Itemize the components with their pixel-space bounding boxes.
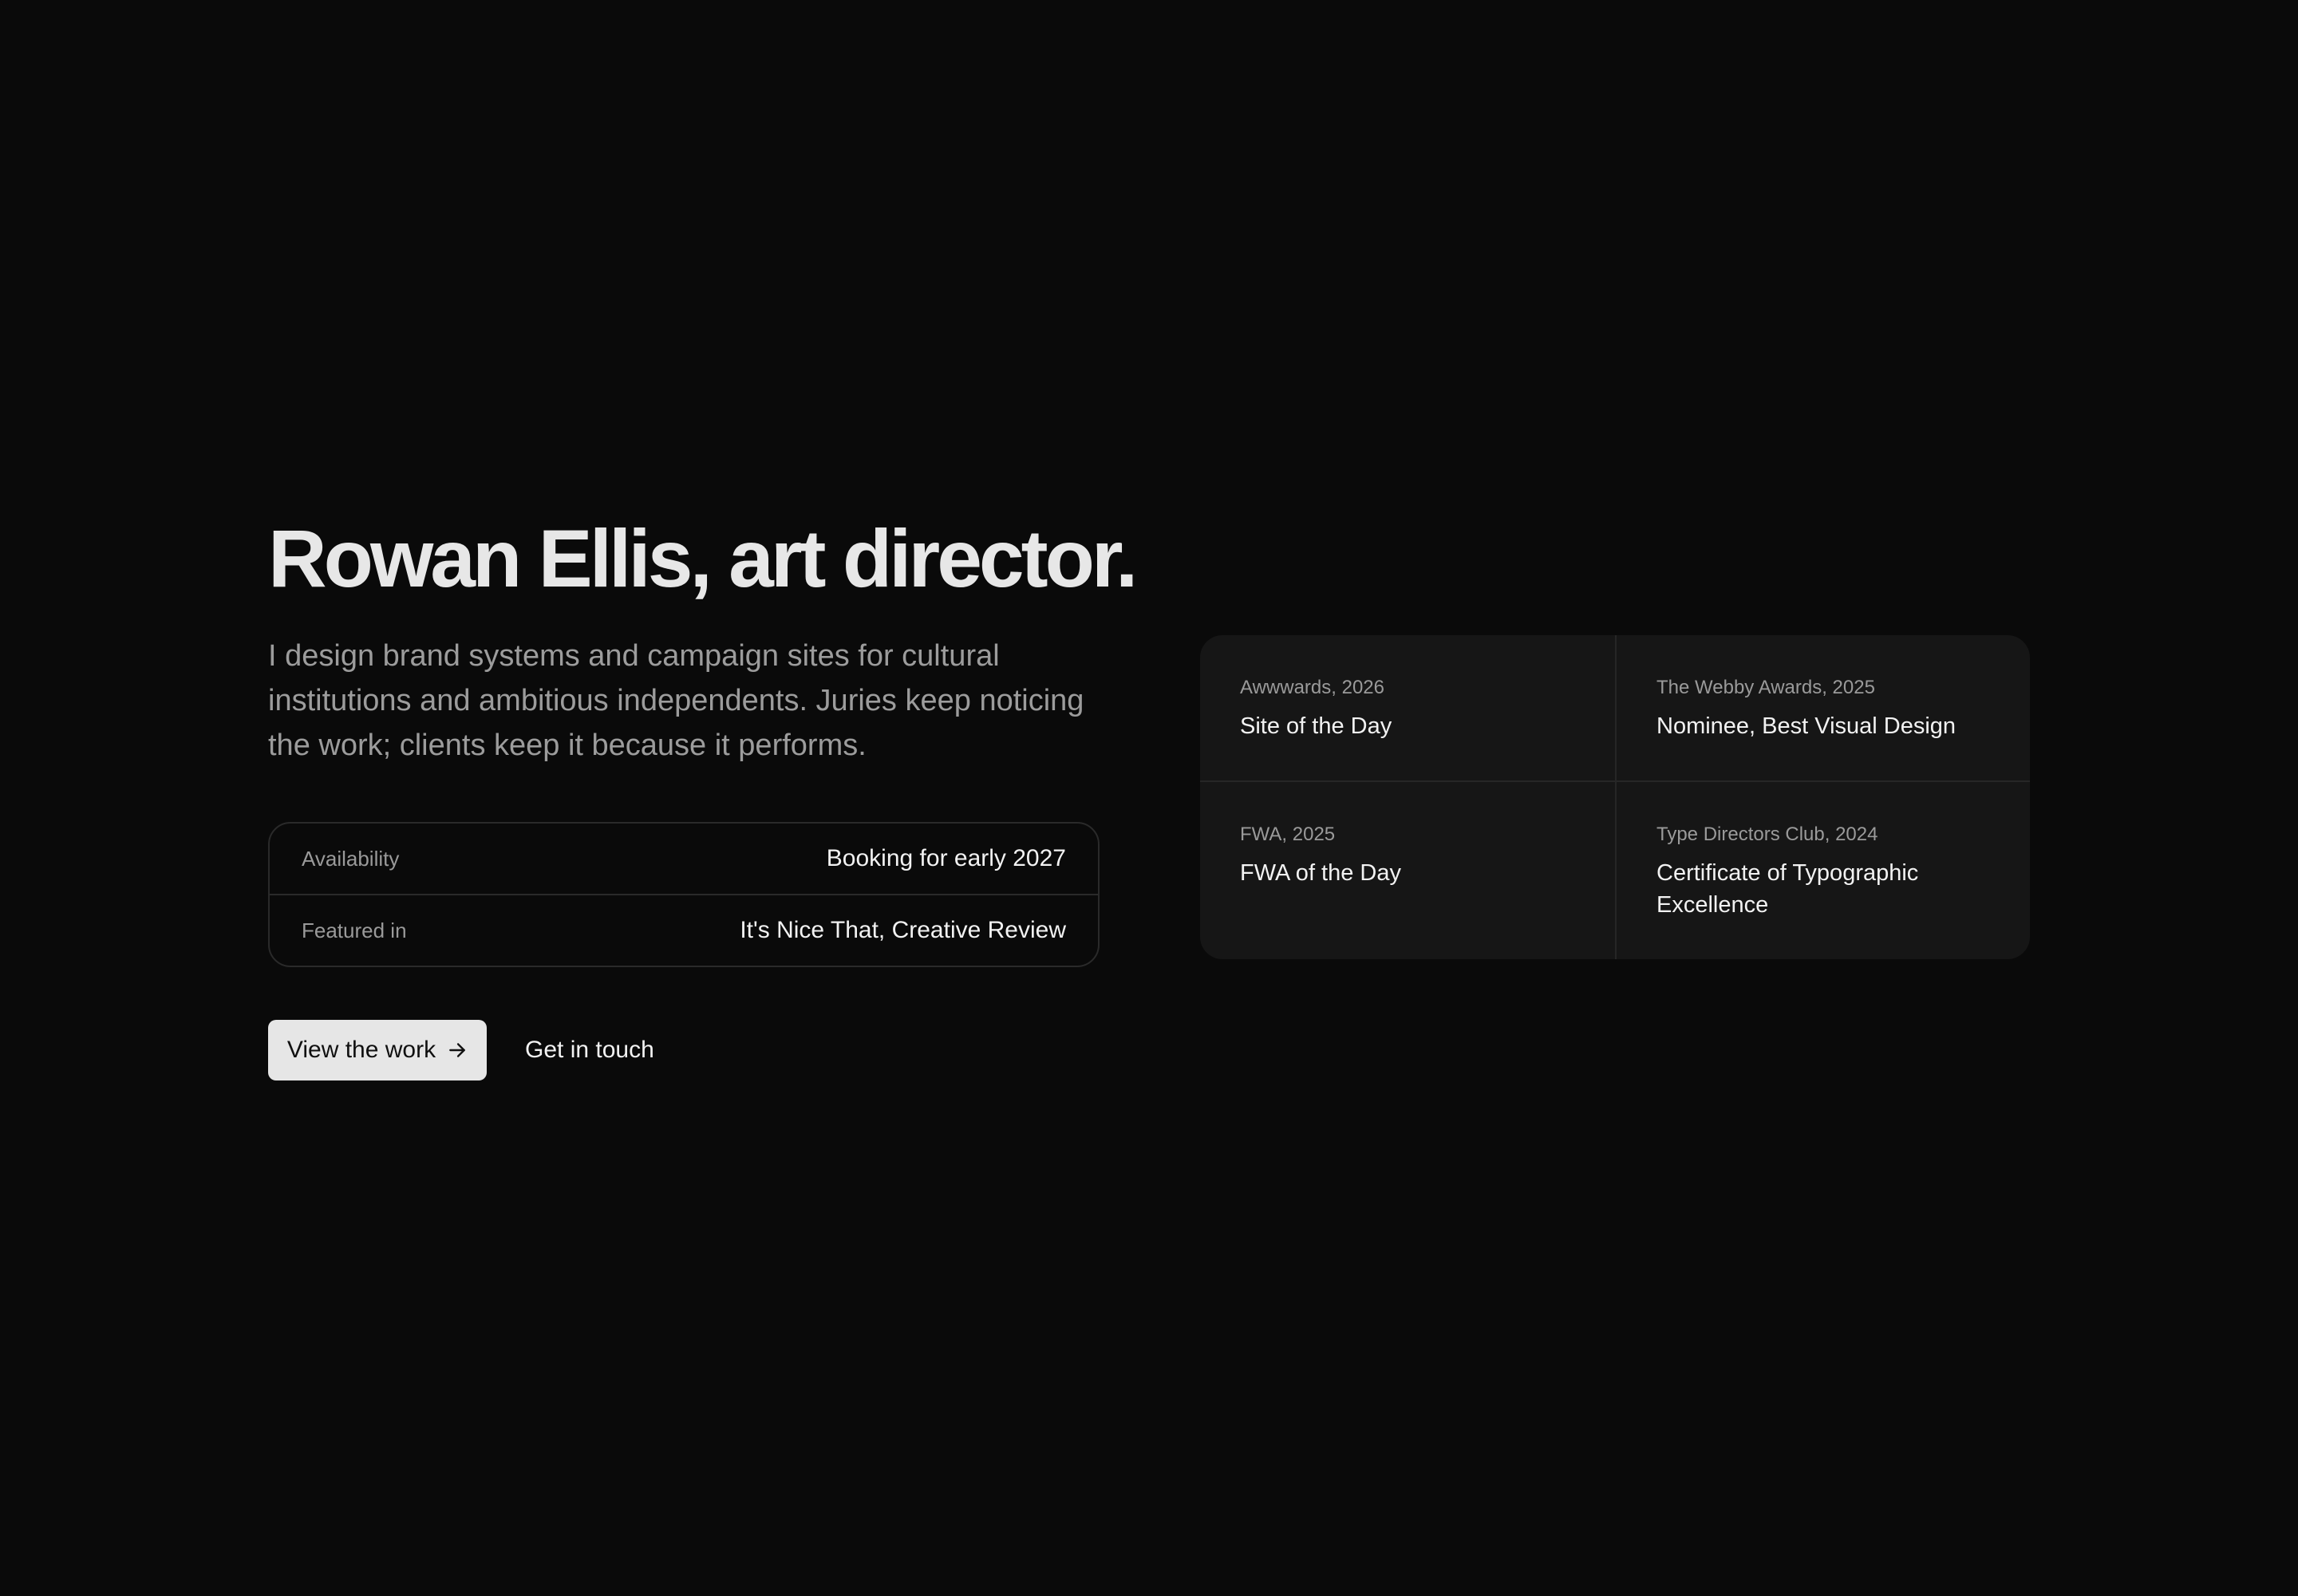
fact-label: Availability [302,846,400,871]
arrow-right-icon [449,1043,465,1057]
hero-section: Rowan Ellis, art director. I design bran… [268,511,1138,1080]
intro-text: I design brand systems and campaign site… [268,639,1084,762]
get-in-touch-link[interactable]: Get in touch [525,1037,654,1064]
award-card: FWA, 2025 FWA of the Day [1200,780,1615,959]
award-meta: FWA, 2025 [1240,824,1336,845]
award-card: The Webby Awards, 2025 Nominee, Best Vis… [1615,635,2030,780]
award-title: Certificate of Typographic Excellence [1656,860,1919,918]
awards-panel: Awwwards, 2026 Site of the Day The Webby… [1200,635,2030,959]
fact-row-featured: Featured in It's Nice That, Creative Rev… [270,894,1098,966]
award-meta: Type Directors Club, 2024 [1656,824,1878,845]
hero-actions: View the work Get in touch [268,1020,1098,1080]
award-meta: Awwwards, 2026 [1240,677,1384,698]
award-card: Type Directors Club, 2024 Certificate of… [1615,780,2030,959]
award-title: Nominee, Best Visual Design [1656,713,1956,739]
award-title: Site of the Day [1240,713,1392,739]
award-meta: The Webby Awards, 2025 [1656,677,1875,698]
view-work-button[interactable]: View the work [268,1020,487,1080]
fact-label: Featured in [302,918,407,942]
fact-value: Booking for early 2027 [826,845,1066,871]
facts-panel: Availability Booking for early 2027 Feat… [268,822,1100,967]
view-work-label: View the work [286,1037,436,1063]
award-title: FWA of the Day [1240,860,1401,886]
fact-row-availability: Availability Booking for early 2027 [270,824,1098,894]
fact-value: It's Nice That, Creative Review [740,917,1066,943]
page-title: Rowan Ellis, art director. [268,513,1138,604]
award-card: Awwwards, 2026 Site of the Day [1200,635,1615,780]
